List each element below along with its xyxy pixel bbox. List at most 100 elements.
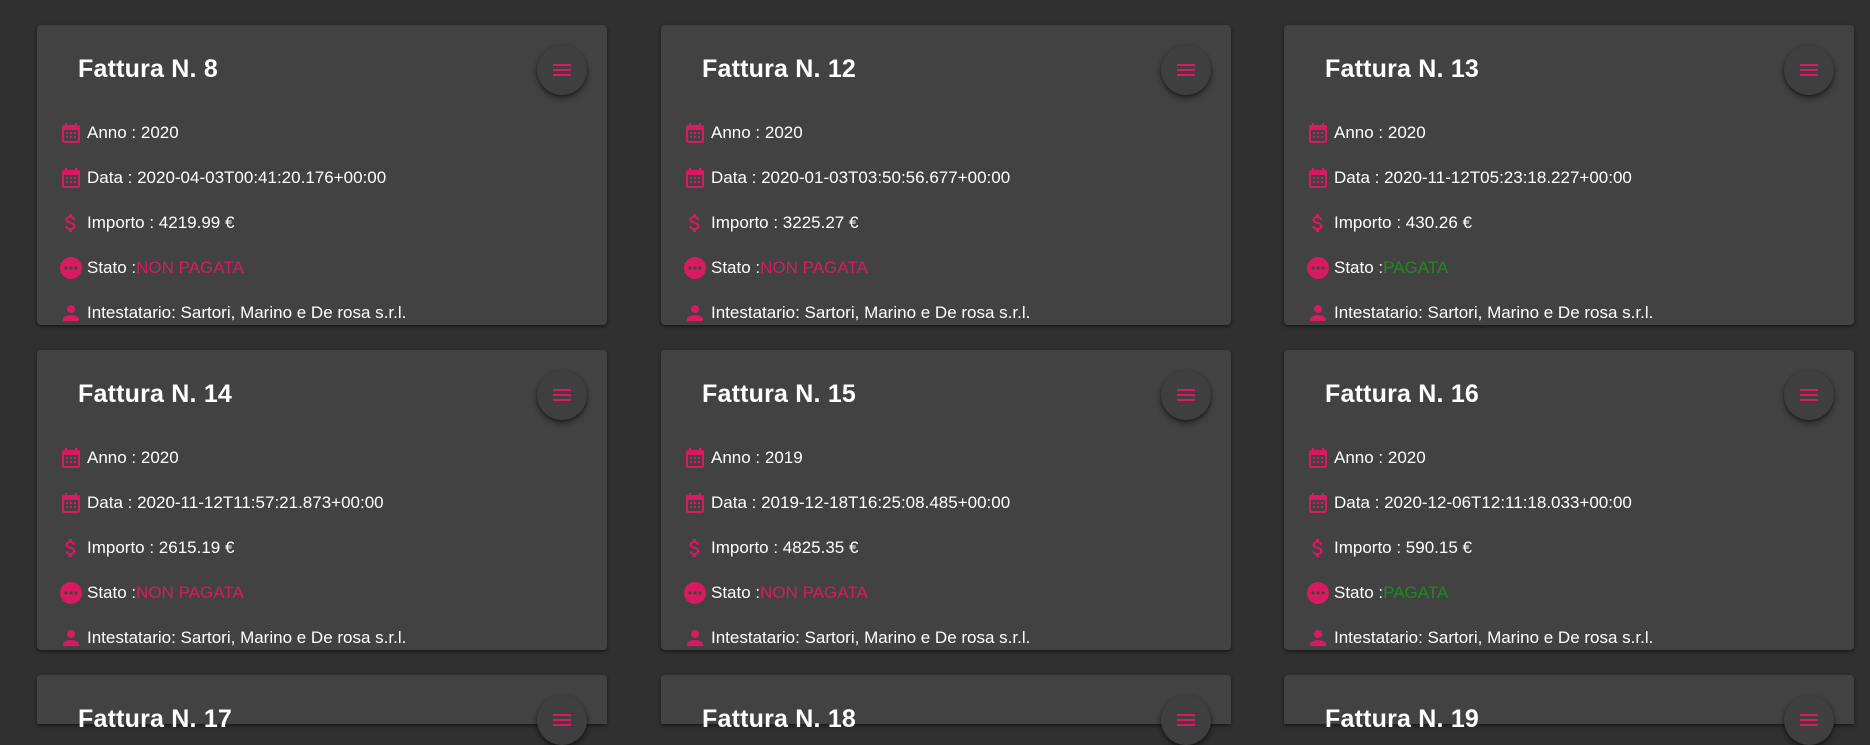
calendar-icon [59, 491, 83, 515]
dollar-icon [1306, 211, 1330, 235]
calendar-icon [1306, 446, 1330, 470]
invoice-status-value: PAGATA [1383, 258, 1449, 277]
invoice-year-row: Anno : 2020 [683, 118, 803, 148]
menu-icon [553, 389, 571, 401]
invoice-date-row: Data : 2020-12-06T12:11:18.033+00:00 [1306, 488, 1632, 518]
invoice-status-label: Stato : [87, 258, 137, 277]
invoice-card: Fattura N. 13 Anno : 2020 Data : 2020-11… [1284, 25, 1854, 325]
invoice-menu-button[interactable] [1784, 370, 1834, 420]
invoice-menu-button[interactable] [537, 370, 587, 420]
invoice-year-row: Anno : 2019 [683, 443, 803, 473]
calendar-icon [59, 121, 83, 145]
invoice-year: Anno : 2020 [87, 123, 179, 142]
person-icon [683, 301, 707, 325]
invoice-date-row: Data : 2020-11-12T05:23:18.227+00:00 [1306, 163, 1632, 193]
invoice-amount: Importo : 590.15 € [1334, 538, 1472, 557]
invoice-date-row: Data : 2019-12-18T16:25:08.485+00:00 [683, 488, 1010, 518]
invoice-date-row: Data : 2020-11-12T11:57:21.873+00:00 [59, 488, 384, 518]
invoice-status-value: NON PAGATA [760, 583, 868, 602]
invoice-holder-row: Intestatario: Sartori, Marino e De rosa … [59, 298, 406, 328]
more-horiz-circle-icon [59, 256, 83, 280]
invoice-holder: Intestatario: Sartori, Marino e De rosa … [711, 303, 1031, 322]
invoice-year-row: Anno : 2020 [1306, 443, 1426, 473]
invoice-amount-row: Importo : 4825.35 € [683, 533, 858, 563]
invoice-menu-button[interactable] [1784, 45, 1834, 95]
invoice-title: Fattura N. 18 [702, 705, 857, 733]
dollar-icon [683, 536, 707, 560]
person-icon [683, 626, 707, 650]
invoice-date: Data : 2020-12-06T12:11:18.033+00:00 [1334, 493, 1632, 512]
invoice-amount-row: Importo : 590.15 € [1306, 533, 1472, 563]
invoice-menu-button[interactable] [1784, 695, 1834, 745]
invoice-holder: Intestatario: Sartori, Marino e De rosa … [1334, 628, 1654, 647]
invoice-status-row: Stato : PAGATA [1306, 253, 1448, 283]
invoice-year-row: Anno : 2020 [1306, 118, 1426, 148]
more-horiz-circle-icon [683, 581, 707, 605]
calendar-icon [683, 121, 707, 145]
invoice-holder-row: Intestatario: Sartori, Marino e De rosa … [1306, 298, 1653, 328]
invoice-menu-button[interactable] [1161, 695, 1211, 745]
invoice-menu-button[interactable] [537, 45, 587, 95]
invoice-date-row: Data : 2020-01-03T03:50:56.677+00:00 [683, 163, 1010, 193]
menu-icon [1800, 64, 1818, 76]
invoice-date: Data : 2020-01-03T03:50:56.677+00:00 [711, 168, 1011, 187]
more-horiz-circle-icon [683, 256, 707, 280]
invoice-status-label: Stato : [711, 258, 761, 277]
invoice-status-label: Stato : [1334, 583, 1384, 602]
calendar-icon [1306, 121, 1330, 145]
invoice-card: Fattura N. 17 [37, 675, 607, 745]
invoice-card: Fattura N. 19 [1284, 675, 1854, 745]
calendar-icon [59, 166, 83, 190]
invoice-menu-button[interactable] [1161, 370, 1211, 420]
invoice-year-row: Anno : 2020 [59, 443, 179, 473]
invoice-holder-row: Intestatario: Sartori, Marino e De rosa … [683, 623, 1030, 653]
invoice-status-row: Stato : NON PAGATA [59, 253, 244, 283]
invoice-amount: Importo : 430.26 € [1334, 213, 1472, 232]
invoice-year: Anno : 2020 [87, 448, 179, 467]
invoice-status-label: Stato : [711, 583, 761, 602]
invoice-year-row: Anno : 2020 [59, 118, 179, 148]
invoice-title: Fattura N. 15 [702, 380, 857, 408]
invoice-date-row: Data : 2020-04-03T00:41:20.176+00:00 [59, 163, 386, 193]
person-icon [1306, 626, 1330, 650]
calendar-icon [683, 491, 707, 515]
invoice-amount-row: Importo : 4219.99 € [59, 208, 234, 238]
invoice-amount: Importo : 2615.19 € [87, 538, 235, 557]
invoice-title: Fattura N. 13 [1325, 55, 1480, 83]
dollar-icon [683, 211, 707, 235]
calendar-icon [1306, 166, 1330, 190]
invoice-status-value: NON PAGATA [136, 583, 244, 602]
invoice-amount-row: Importo : 2615.19 € [59, 533, 234, 563]
invoice-year: Anno : 2020 [711, 123, 803, 142]
invoice-holder: Intestatario: Sartori, Marino e De rosa … [711, 628, 1031, 647]
invoice-year: Anno : 2020 [1334, 448, 1426, 467]
invoice-card: Fattura N. 14 Anno : 2020 Data : 2020-11… [37, 350, 607, 650]
invoice-holder: Intestatario: Sartori, Marino e De rosa … [1334, 303, 1654, 322]
calendar-icon [1306, 491, 1330, 515]
invoice-amount: Importo : 4219.99 € [87, 213, 235, 232]
invoice-title: Fattura N. 8 [78, 55, 218, 83]
invoice-date: Data : 2020-11-12T11:57:21.873+00:00 [87, 493, 384, 512]
invoice-menu-button[interactable] [1161, 45, 1211, 95]
invoice-holder: Intestatario: Sartori, Marino e De rosa … [87, 303, 407, 322]
invoice-status-row: Stato : NON PAGATA [59, 578, 244, 608]
menu-icon [1800, 389, 1818, 401]
calendar-icon [59, 446, 83, 470]
invoice-card: Fattura N. 15 Anno : 2019 Data : 2019-12… [661, 350, 1231, 650]
invoice-status-value: NON PAGATA [136, 258, 244, 277]
menu-icon [1177, 389, 1195, 401]
invoice-card: Fattura N. 8 Anno : 2020 Data : 2020-04-… [37, 25, 607, 325]
menu-icon [1177, 64, 1195, 76]
invoice-title: Fattura N. 17 [78, 705, 233, 733]
person-icon [59, 301, 83, 325]
menu-icon [553, 714, 571, 726]
invoice-status-value: NON PAGATA [760, 258, 868, 277]
more-horiz-circle-icon [1306, 256, 1330, 280]
invoice-year: Anno : 2019 [711, 448, 803, 467]
more-horiz-circle-icon [59, 581, 83, 605]
invoice-menu-button[interactable] [537, 695, 587, 745]
invoice-status-row: Stato : PAGATA [1306, 578, 1448, 608]
invoice-status-value: PAGATA [1383, 583, 1449, 602]
more-horiz-circle-icon [1306, 581, 1330, 605]
invoice-title: Fattura N. 14 [78, 380, 233, 408]
